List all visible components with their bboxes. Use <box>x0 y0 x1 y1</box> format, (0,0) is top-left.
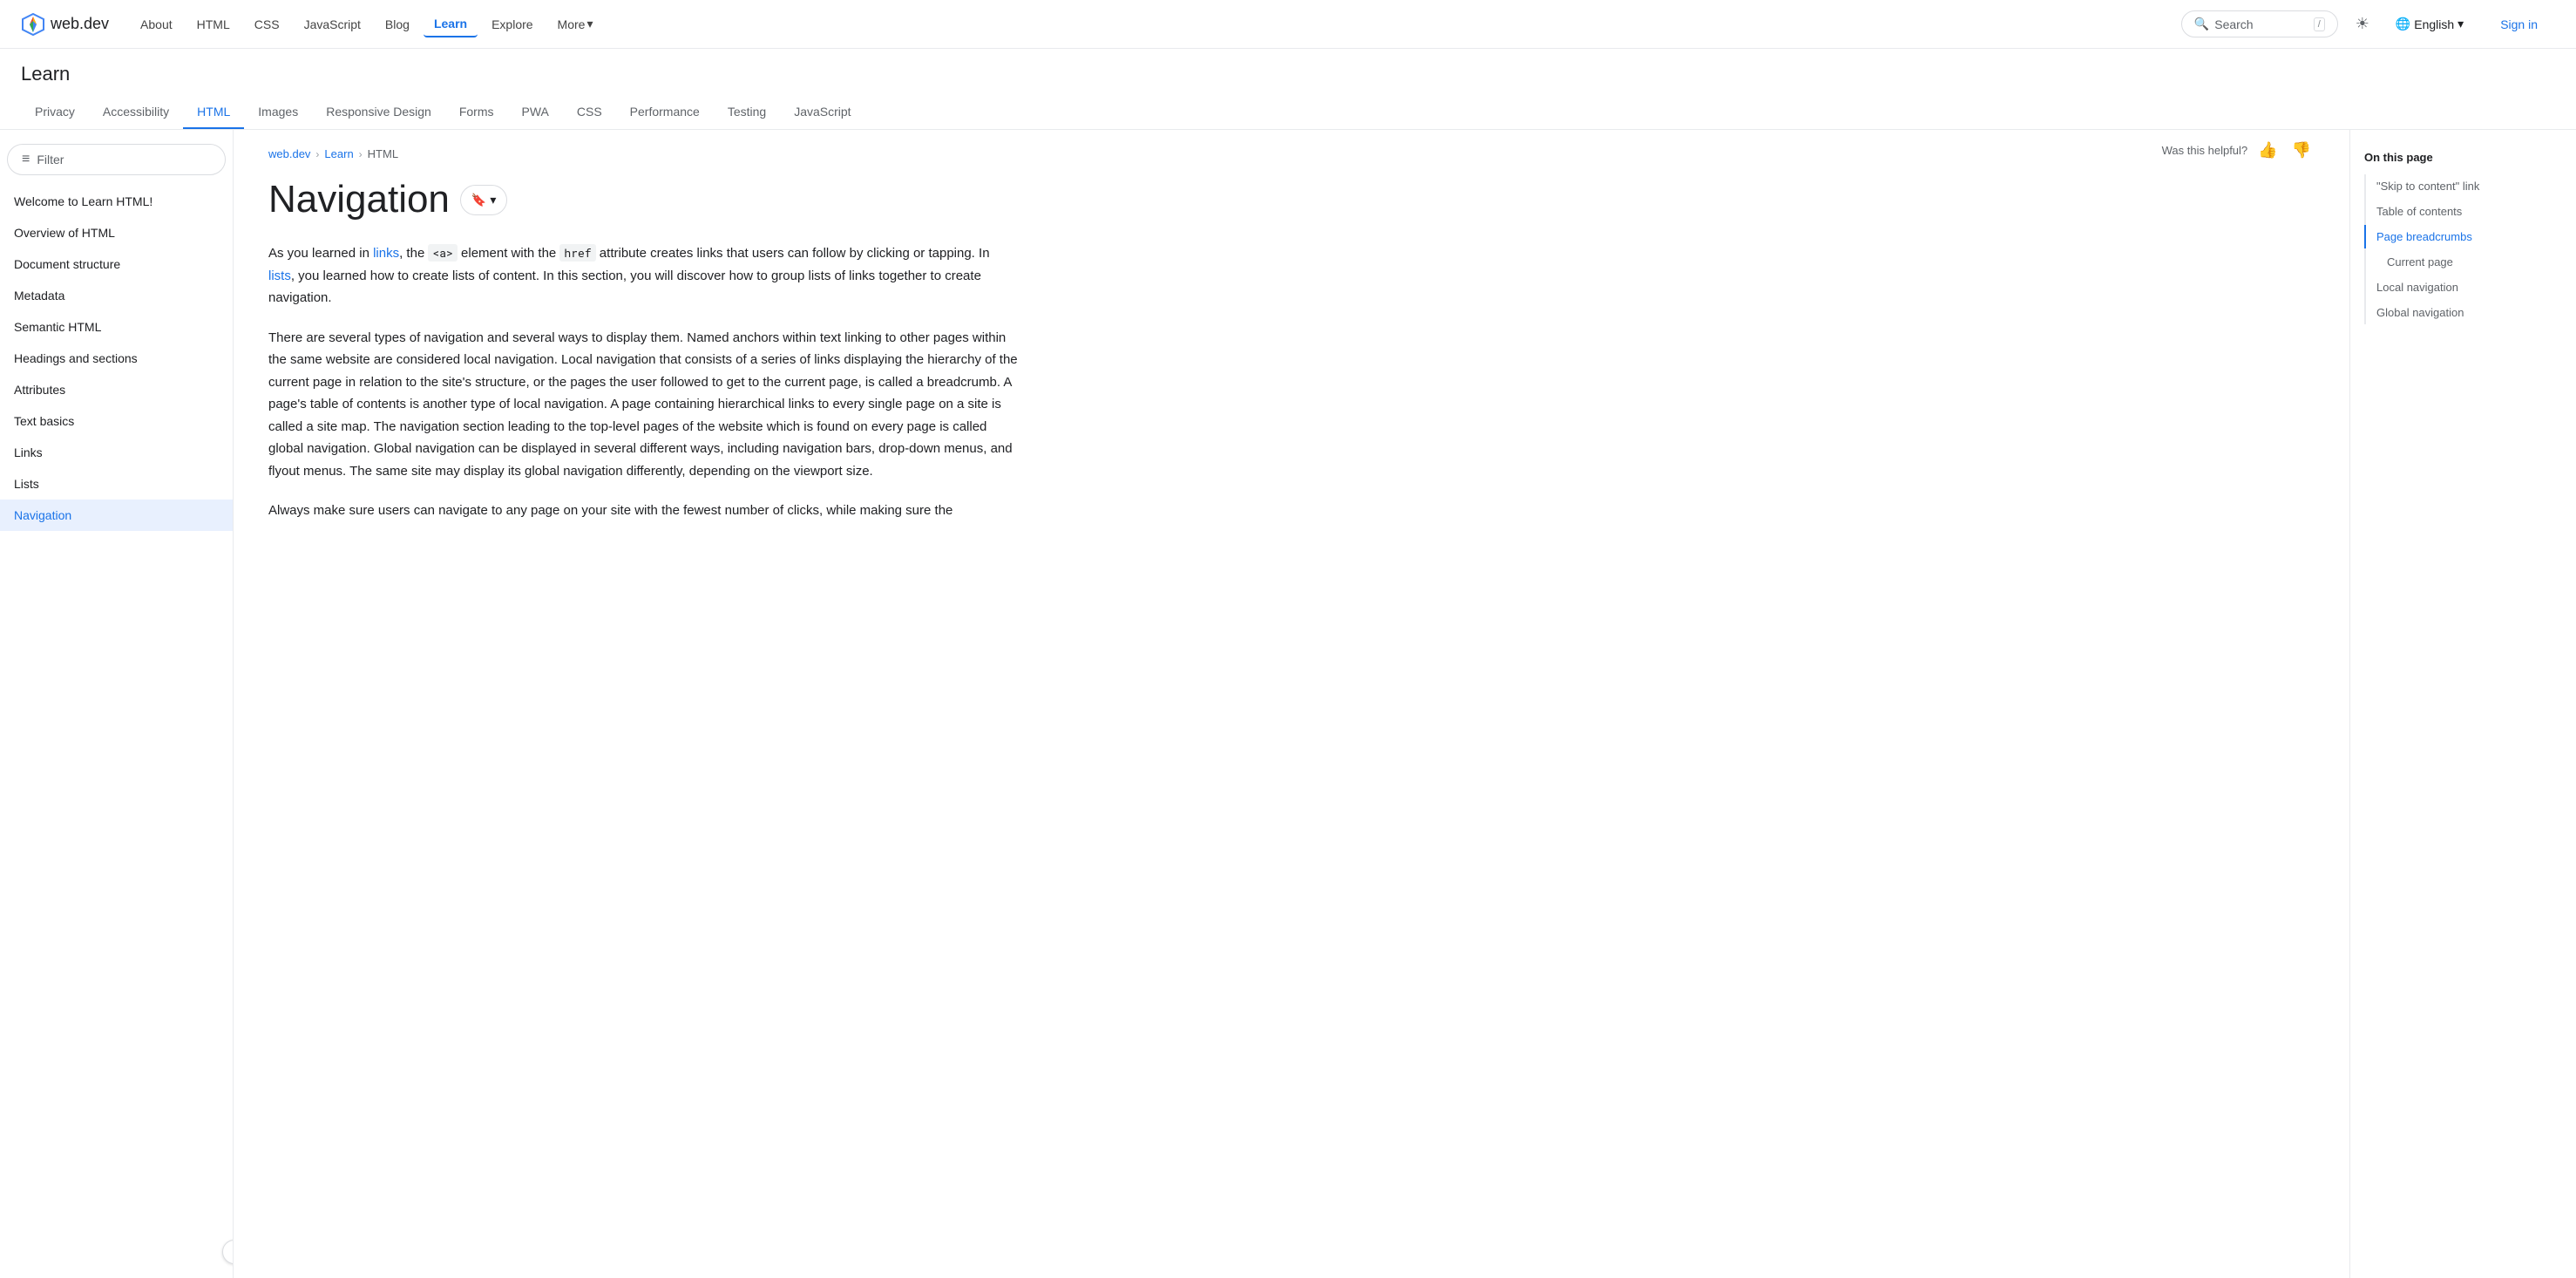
tab-responsive-design[interactable]: Responsive Design <box>312 96 445 129</box>
tab-performance[interactable]: Performance <box>616 96 714 129</box>
toc-global-navigation[interactable]: Global navigation <box>2364 301 2562 324</box>
bookmark-icon: 🔖 <box>471 193 486 207</box>
thumbs-down-icon: 👎 <box>2292 141 2311 159</box>
content-body: As you learned in links, the <a> element… <box>268 242 1018 522</box>
toc-current-page[interactable]: Current page <box>2364 250 2562 274</box>
thumbs-up-icon: 👍 <box>2258 141 2277 159</box>
toc-items: "Skip to content" link Table of contents… <box>2364 174 2562 324</box>
sidebar-item-attributes[interactable]: Attributes <box>0 374 233 405</box>
toc-title: On this page <box>2364 151 2562 164</box>
left-sidebar: ≡ Filter Welcome to Learn HTML! Overview… <box>0 130 234 1278</box>
top-nav: web.dev About HTML CSS JavaScript Blog L… <box>0 0 2576 49</box>
content-area: web.dev › Learn › HTML Was this helpful?… <box>234 130 2349 1278</box>
a-tag-code: <a> <box>428 244 457 262</box>
nav-more[interactable]: More ▾ <box>547 11 604 37</box>
globe-icon: 🌐 <box>2396 17 2410 31</box>
paragraph-3: Always make sure users can navigate to a… <box>268 500 1018 522</box>
tab-privacy[interactable]: Privacy <box>21 96 89 129</box>
search-box[interactable]: 🔍 Search / <box>2181 10 2338 37</box>
sidebar-item-navigation[interactable]: Navigation <box>0 500 233 531</box>
bookmark-button[interactable]: 🔖 ▾ <box>460 185 507 215</box>
paragraph-1: As you learned in links, the <a> element… <box>268 242 1018 309</box>
sidebar-item-semantic[interactable]: Semantic HTML <box>0 311 233 343</box>
sun-icon: ☀ <box>2356 15 2369 33</box>
paragraph-2: There are several types of navigation an… <box>268 327 1018 483</box>
breadcrumb: web.dev › Learn › HTML <box>268 130 398 171</box>
helpful-row: Was this helpful? 👍 👎 <box>2162 138 2315 163</box>
nav-css[interactable]: CSS <box>244 12 290 37</box>
right-toc: On this page "Skip to content" link Tabl… <box>2349 130 2576 1278</box>
logo-text: web.dev <box>51 15 109 33</box>
breadcrumb-learn[interactable]: Learn <box>324 147 353 160</box>
content-header: web.dev › Learn › HTML Was this helpful?… <box>268 130 2315 171</box>
page-title-area: Navigation 🔖 ▾ <box>268 178 2315 221</box>
filter-bar[interactable]: ≡ Filter <box>7 144 226 175</box>
sidebar-item-overview[interactable]: Overview of HTML <box>0 217 233 248</box>
href-code: href <box>559 244 595 262</box>
toc-skip-to-content[interactable]: "Skip to content" link <box>2364 174 2562 198</box>
learn-tabs: Privacy Accessibility HTML Images Respon… <box>21 96 2555 129</box>
nav-about[interactable]: About <box>130 12 183 37</box>
breadcrumb-sep-2: › <box>359 148 363 160</box>
search-label: Search <box>2214 17 2253 31</box>
nav-learn[interactable]: Learn <box>424 11 478 37</box>
nav-html[interactable]: HTML <box>186 12 241 37</box>
links-link[interactable]: links <box>373 246 399 261</box>
tab-accessibility[interactable]: Accessibility <box>89 96 183 129</box>
learn-header: Learn Privacy Accessibility HTML Images … <box>0 49 2576 130</box>
tab-images[interactable]: Images <box>244 96 312 129</box>
breadcrumb-webdev[interactable]: web.dev <box>268 147 310 160</box>
toc-page-breadcrumbs[interactable]: Page breadcrumbs <box>2364 225 2562 248</box>
lang-chevron-icon: ▾ <box>2457 17 2464 31</box>
breadcrumb-html: HTML <box>368 147 398 160</box>
nav-links: About HTML CSS JavaScript Blog Learn Exp… <box>130 11 2174 37</box>
thumbs-down-button[interactable]: 👎 <box>2288 138 2315 163</box>
learn-title: Learn <box>21 63 2555 85</box>
tab-forms[interactable]: Forms <box>445 96 508 129</box>
language-label: English <box>2414 17 2454 31</box>
search-shortcut: / <box>2314 17 2325 31</box>
filter-icon: ≡ <box>22 152 30 167</box>
tab-css[interactable]: CSS <box>563 96 616 129</box>
bookmark-dropdown-icon: ▾ <box>490 193 496 207</box>
logo-icon <box>21 12 45 37</box>
logo[interactable]: web.dev <box>21 12 109 37</box>
toc-local-navigation[interactable]: Local navigation <box>2364 275 2562 299</box>
tab-javascript[interactable]: JavaScript <box>780 96 864 129</box>
main-layout: ≡ Filter Welcome to Learn HTML! Overview… <box>0 130 2576 1278</box>
sidebar-item-headings[interactable]: Headings and sections <box>0 343 233 374</box>
nav-explore[interactable]: Explore <box>481 12 543 37</box>
sidebar-item-text-basics[interactable]: Text basics <box>0 405 233 437</box>
lists-link[interactable]: lists <box>268 269 291 283</box>
more-chevron-icon: ▾ <box>586 17 593 31</box>
toc-table-of-contents[interactable]: Table of contents <box>2364 200 2562 223</box>
filter-label: Filter <box>37 153 64 167</box>
sidebar-collapse-button[interactable]: ‹ <box>222 1240 234 1264</box>
language-button[interactable]: 🌐 English ▾ <box>2387 11 2472 37</box>
sidebar-item-links[interactable]: Links <box>0 437 233 468</box>
breadcrumb-sep-1: › <box>315 148 319 160</box>
nav-javascript[interactable]: JavaScript <box>294 12 371 37</box>
sidebar-item-lists[interactable]: Lists <box>0 468 233 500</box>
sign-in-button[interactable]: Sign in <box>2483 10 2555 38</box>
helpful-label: Was this helpful? <box>2162 144 2248 157</box>
sidebar-item-metadata[interactable]: Metadata <box>0 280 233 311</box>
tab-testing[interactable]: Testing <box>714 96 780 129</box>
nav-right: 🔍 Search / ☀ 🌐 English ▾ Sign in <box>2181 10 2555 38</box>
sidebar-item-welcome[interactable]: Welcome to Learn HTML! <box>0 186 233 217</box>
sidebar-item-document[interactable]: Document structure <box>0 248 233 280</box>
tab-html[interactable]: HTML <box>183 96 244 129</box>
thumbs-up-button[interactable]: 👍 <box>2254 138 2281 163</box>
page-title-text: Navigation <box>268 178 450 221</box>
search-icon: 🔍 <box>2194 17 2209 31</box>
tab-pwa[interactable]: PWA <box>508 96 563 129</box>
theme-toggle-button[interactable]: ☀ <box>2349 10 2376 38</box>
nav-blog[interactable]: Blog <box>375 12 420 37</box>
